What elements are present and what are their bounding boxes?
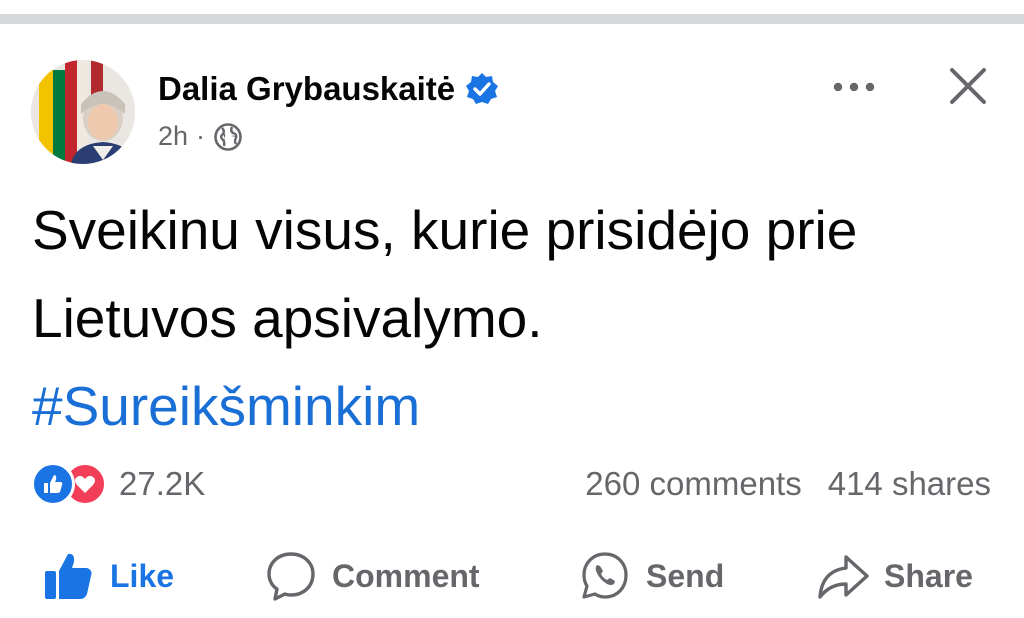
like-reaction-icon: [31, 462, 75, 506]
globe-icon[interactable]: [213, 122, 243, 152]
comments-count[interactable]: 260 comments: [585, 465, 801, 503]
share-label: Share: [884, 557, 973, 594]
author-name-text[interactable]: Dalia Grybauskaitė: [158, 70, 455, 108]
author-name[interactable]: Dalia Grybauskaitė: [158, 70, 499, 108]
send-label: Send: [646, 557, 725, 594]
comment-bubble-icon: [264, 549, 318, 603]
verified-badge-icon: [465, 72, 499, 106]
meta-separator: ·: [196, 121, 206, 151]
like-label: Like: [110, 557, 175, 594]
more-options-button[interactable]: [826, 70, 882, 104]
post-action-bar: Like Comment Send Share: [0, 548, 1024, 604]
post-timestamp[interactable]: 2h: [158, 121, 188, 152]
post-meta: 2h ·: [158, 121, 243, 152]
close-icon: [950, 68, 986, 104]
hashtag-link[interactable]: #Sureikšminkim: [32, 362, 420, 450]
comment-button[interactable]: Comment: [264, 548, 480, 604]
author-avatar[interactable]: [31, 60, 135, 164]
send-button[interactable]: Send: [578, 548, 724, 604]
top-divider: [0, 14, 1024, 24]
thumbs-up-icon: [42, 549, 96, 603]
engagement-counts: 260 comments 414 shares: [585, 464, 991, 504]
shares-count[interactable]: 414 shares: [828, 465, 991, 503]
share-button[interactable]: Share: [816, 548, 973, 604]
like-button[interactable]: Like: [42, 548, 174, 604]
more-horizontal-icon: [833, 82, 875, 92]
reaction-count: 27.2K: [119, 465, 206, 502]
whatsapp-icon: [578, 549, 632, 603]
reactions-summary[interactable]: 27.2K: [31, 462, 206, 506]
post-text: Sveikinu visus, kurie prisidėjo prie Lie…: [32, 199, 858, 349]
share-arrow-icon: [816, 549, 870, 603]
close-button[interactable]: [940, 58, 996, 114]
comment-label: Comment: [332, 557, 480, 594]
